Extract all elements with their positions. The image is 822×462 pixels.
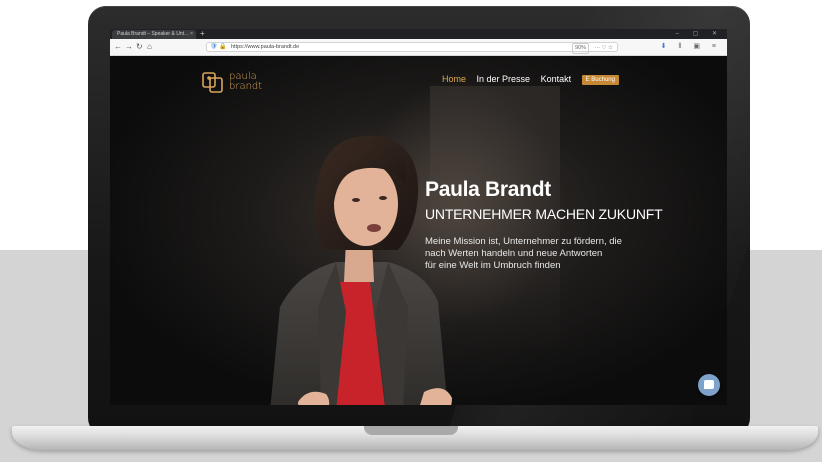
browser-toolbar: ← → ↻ ⌂ 🛡 🔒 https://www.paula-brandt.de … [110, 39, 727, 56]
url-actions: 90% ··· ♡ ☆ [572, 43, 613, 54]
toolbar-right-icons[interactable]: ⬇ ⫴ ▣ ≡ [661, 42, 721, 52]
mission-line-3: für eine Welt im Umbruch finden [425, 260, 561, 271]
reload-icon[interactable]: ↻ [136, 42, 143, 52]
laptop-notch [364, 426, 458, 435]
url-text[interactable]: https://www.paula-brandt.de [231, 43, 299, 52]
main-nav: Home In der Presse Kontakt E Buchung [442, 74, 619, 85]
download-icon: ⬇ [660, 43, 672, 50]
booking-button[interactable]: E Buchung [581, 75, 619, 85]
home-icon[interactable]: ⌂ [147, 42, 152, 52]
forward-icon[interactable]: → [125, 42, 133, 52]
laptop-screen: Paula Brandt – Speaker & Unt… × + – ▢ ✕ … [110, 29, 727, 405]
website-page: paula brandt Home In der Presse Kontakt … [110, 56, 727, 405]
chat-icon [704, 380, 714, 389]
back-icon[interactable]: ← [114, 42, 122, 52]
logo-line-2: brandt [229, 81, 263, 92]
logo-mark-icon [202, 72, 223, 93]
nav-contact[interactable]: Kontakt [541, 74, 572, 84]
logo-text: paula brandt [229, 72, 262, 92]
new-tab-icon[interactable]: + [200, 29, 205, 39]
hero-name: Paula Brandt [425, 178, 551, 201]
window-controls[interactable]: – ▢ ✕ [676, 29, 723, 39]
hero-tagline: UNTERNEHMER MACHEN ZUKUNFT [425, 206, 663, 222]
mission-line-2: nach Werten handeln und neue Antworten [425, 248, 603, 259]
url-actions-icons[interactable]: ··· ♡ ☆ [595, 45, 613, 51]
mission-line-1: Meine Mission ist, Unternehmer zu förder… [425, 236, 622, 247]
browser-tab[interactable]: Paula Brandt – Speaker & Unt… × [112, 30, 196, 39]
tab-title: Paula Brandt – Speaker & Unt… [117, 31, 189, 37]
url-bar[interactable]: 🛡 🔒 https://www.paula-brandt.de 90% ··· … [206, 42, 618, 54]
lock-icon: 🛡 🔒 [210, 44, 227, 50]
zoom-level[interactable]: 90% [572, 43, 590, 54]
chat-button[interactable] [698, 374, 720, 396]
hero-mission: Meine Mission ist, Unternehmer zu förder… [425, 236, 647, 272]
nav-press[interactable]: In der Presse [477, 74, 531, 84]
nav-home[interactable]: Home [442, 74, 466, 84]
browser-tabstrip: Paula Brandt – Speaker & Unt… × + – ▢ ✕ [110, 29, 727, 39]
tab-close-icon[interactable]: × [190, 30, 193, 39]
